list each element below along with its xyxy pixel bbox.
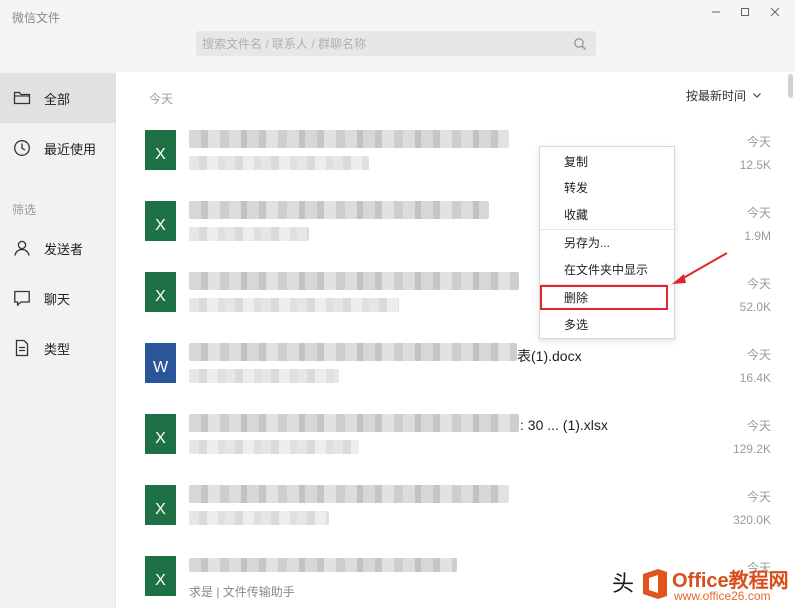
file-name: : 30 ... (1).xlsx <box>520 417 608 433</box>
title-bar: 微信文件 <box>0 0 795 72</box>
sidebar-item-chat[interactable]: 聊天 <box>0 273 116 323</box>
menu-item-copy[interactable]: 复制 <box>540 149 674 175</box>
sidebar-item-label: 最近使用 <box>44 141 97 157</box>
document-icon <box>13 339 31 357</box>
file-date: 今天 <box>746 135 771 149</box>
search-box <box>196 31 596 56</box>
blurred-file-name <box>189 414 519 432</box>
file-row[interactable]: X 今天 320.0K <box>117 477 787 548</box>
search-icon[interactable] <box>573 37 587 51</box>
blurred-file-name <box>189 558 457 572</box>
blurred-file-source <box>189 440 359 454</box>
word-file-icon: W <box>145 343 176 383</box>
file-size: 1.9M <box>744 229 771 243</box>
menu-item-save-as[interactable]: 另存为... <box>540 230 674 256</box>
sidebar-item-label: 全部 <box>44 91 71 107</box>
menu-item-show-in-folder[interactable]: 在文件夹中显示 <box>540 257 674 283</box>
clock-icon <box>13 139 31 157</box>
file-size: 129.2K <box>732 442 771 456</box>
office-logo-icon <box>640 568 670 600</box>
menu-item-multi-select[interactable]: 多选 <box>540 312 674 338</box>
blurred-file-source <box>189 511 329 525</box>
file-source: 求是 | 文件传输助手 <box>189 585 295 599</box>
context-menu: 复制 转发 收藏 另存为... 在文件夹中显示 删除 多选 <box>539 146 675 339</box>
blurred-file-source <box>189 298 399 312</box>
file-size: 52.0K <box>739 300 771 314</box>
blurred-file-name <box>189 485 509 503</box>
excel-file-icon: X <box>145 414 176 454</box>
maximize-icon[interactable] <box>737 4 753 20</box>
blurred-file-name <box>189 272 519 290</box>
excel-file-icon: X <box>145 556 176 596</box>
minimize-icon[interactable] <box>708 4 724 20</box>
svg-text:W: W <box>153 359 169 376</box>
sidebar: 全部 最近使用 筛选 发送者 聊天 类型 <box>0 72 116 608</box>
delete-highlight-box <box>540 285 668 310</box>
excel-file-icon: X <box>145 201 176 241</box>
file-size: 320.0K <box>732 513 771 527</box>
annotation-arrow-icon <box>672 252 728 284</box>
blurred-file-name <box>189 343 517 361</box>
file-date: 今天 <box>746 206 771 220</box>
file-date: 今天 <box>746 277 771 291</box>
svg-text:X: X <box>155 146 166 163</box>
menu-item-forward[interactable]: 转发 <box>540 175 674 201</box>
file-list-panel: 今天 按最新时间 X 今天 12.5K X 今天 1.9M X 今天 52.0K <box>117 72 795 608</box>
scrollbar[interactable] <box>788 74 793 98</box>
file-date: 今天 <box>746 490 771 504</box>
sidebar-item-sender[interactable]: 发送者 <box>0 223 116 273</box>
filter-section-label: 筛选 <box>12 203 37 217</box>
blurred-file-source <box>189 227 309 241</box>
watermark-url: www.office26.com <box>674 589 771 603</box>
file-name: 表(1).docx <box>517 348 582 364</box>
folder-icon <box>13 89 31 107</box>
chevron-down-icon <box>752 89 762 103</box>
sidebar-item-label: 聊天 <box>44 291 71 307</box>
svg-text:X: X <box>155 501 166 518</box>
close-icon[interactable] <box>767 4 783 20</box>
svg-text:X: X <box>155 572 166 589</box>
menu-item-favorite[interactable]: 收藏 <box>540 202 674 228</box>
file-date: 今天 <box>746 419 771 433</box>
excel-file-icon: X <box>145 130 176 170</box>
file-row[interactable]: X : 30 ... (1).xlsx 今天 129.2K <box>117 406 787 477</box>
file-row[interactable]: W 表(1).docx 今天 16.4K <box>117 335 787 406</box>
sidebar-item-all[interactable]: 全部 <box>0 73 116 123</box>
person-icon <box>13 239 31 257</box>
excel-file-icon: X <box>145 272 176 312</box>
file-date: 今天 <box>746 348 771 362</box>
blurred-file-source <box>189 156 369 170</box>
sidebar-item-recent[interactable]: 最近使用 <box>0 123 116 173</box>
sort-dropdown[interactable]: 按最新时间 <box>686 87 762 104</box>
app-title: 微信文件 <box>12 11 61 25</box>
file-size: 16.4K <box>739 371 771 385</box>
excel-file-icon: X <box>145 485 176 525</box>
sort-label: 按最新时间 <box>686 89 747 103</box>
blurred-file-name <box>189 201 489 219</box>
sidebar-item-type[interactable]: 类型 <box>0 323 116 373</box>
sidebar-item-label: 类型 <box>44 341 71 357</box>
svg-text:X: X <box>155 288 166 305</box>
blurred-file-source <box>189 369 339 383</box>
svg-text:X: X <box>155 217 166 234</box>
file-row[interactable]: X 今天 12.5K <box>117 122 787 193</box>
svg-text:X: X <box>155 430 166 447</box>
sidebar-item-label: 发送者 <box>44 241 84 257</box>
chat-icon <box>13 289 31 307</box>
watermark-prefix: 头 <box>612 571 635 596</box>
search-input[interactable] <box>196 31 566 56</box>
watermark: 头 Office教程网 www.office26.com <box>610 560 795 608</box>
date-group-header: 今天 <box>149 92 174 106</box>
file-size: 12.5K <box>739 158 771 172</box>
blurred-file-name <box>189 130 509 148</box>
